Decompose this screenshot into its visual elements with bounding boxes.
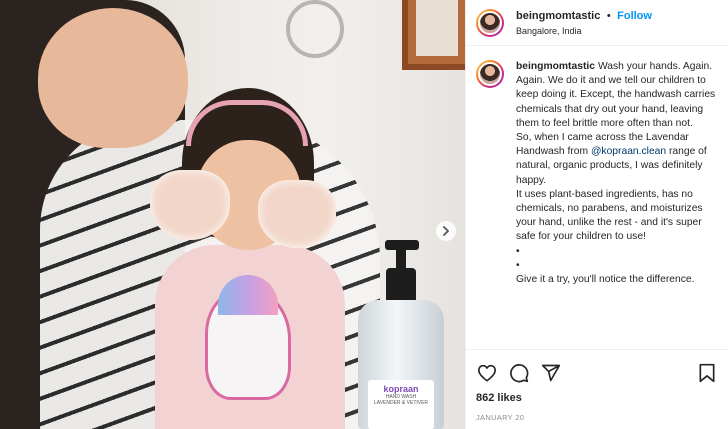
caption-username[interactable]: beingmomtastic: [516, 61, 595, 72]
post-side-panel: beingmomtastic • Follow Bangalore, India…: [465, 0, 728, 429]
post-header: beingmomtastic • Follow Bangalore, India: [466, 0, 728, 46]
comment-icon: [510, 364, 529, 383]
soapy-hand-right: [258, 180, 336, 248]
separator-dot: •: [606, 9, 611, 22]
unicorn-print: [205, 275, 291, 400]
bottle-neck: [386, 268, 416, 304]
comment-button[interactable]: [508, 362, 530, 384]
like-button[interactable]: [476, 362, 498, 384]
towel-ring: [286, 0, 344, 58]
bottle-brand: kopraan: [383, 384, 419, 394]
author-meta: beingmomtastic • Follow Bangalore, India: [516, 7, 652, 39]
follow-button[interactable]: Follow: [617, 10, 652, 22]
soapy-hand-left: [150, 170, 230, 240]
caption-bullet-1: •: [516, 245, 520, 257]
mother-face: [38, 8, 188, 148]
mention-link[interactable]: @kopraan.clean: [591, 146, 666, 157]
instagram-post: kopraan HAND WASH LAVENDER & VETIVER bei…: [0, 0, 728, 429]
share-button[interactable]: [540, 362, 562, 384]
mirror: [402, 0, 465, 70]
post-date[interactable]: JANUARY 20: [476, 413, 718, 422]
heart-icon: [478, 364, 496, 382]
post-actions: 862 likes JANUARY 20: [466, 349, 728, 429]
caption-avatar[interactable]: [476, 60, 504, 88]
save-button[interactable]: [696, 362, 718, 384]
chevron-right-icon: [443, 226, 449, 236]
next-photo-button[interactable]: [436, 221, 456, 241]
bottle-variant: LAVENDER & VETIVER: [373, 400, 429, 406]
caption-bullet-2: •: [516, 259, 520, 271]
caption-line-4: Give it a try, you'll notice the differe…: [516, 274, 695, 286]
post-photo[interactable]: kopraan HAND WASH LAVENDER & VETIVER: [0, 0, 465, 429]
likes-count[interactable]: 862 likes: [476, 392, 718, 404]
bottle-label: kopraan HAND WASH LAVENDER & VETIVER: [368, 380, 434, 429]
post-caption: beingmomtastic Wash your hands. Again. Ag…: [516, 60, 718, 349]
caption-line-3: It uses plant-based ingredients, has no …: [516, 188, 703, 243]
post-location[interactable]: Bangalore, India: [516, 24, 652, 39]
author-username[interactable]: beingmomtastic: [516, 10, 600, 22]
action-icons: [476, 358, 718, 388]
author-avatar[interactable]: [476, 8, 504, 37]
caption-area: beingmomtastic Wash your hands. Again. Ag…: [466, 46, 728, 349]
bookmark-icon: [699, 363, 715, 383]
share-icon: [541, 364, 561, 382]
bottle-pump-stem: [396, 248, 406, 270]
